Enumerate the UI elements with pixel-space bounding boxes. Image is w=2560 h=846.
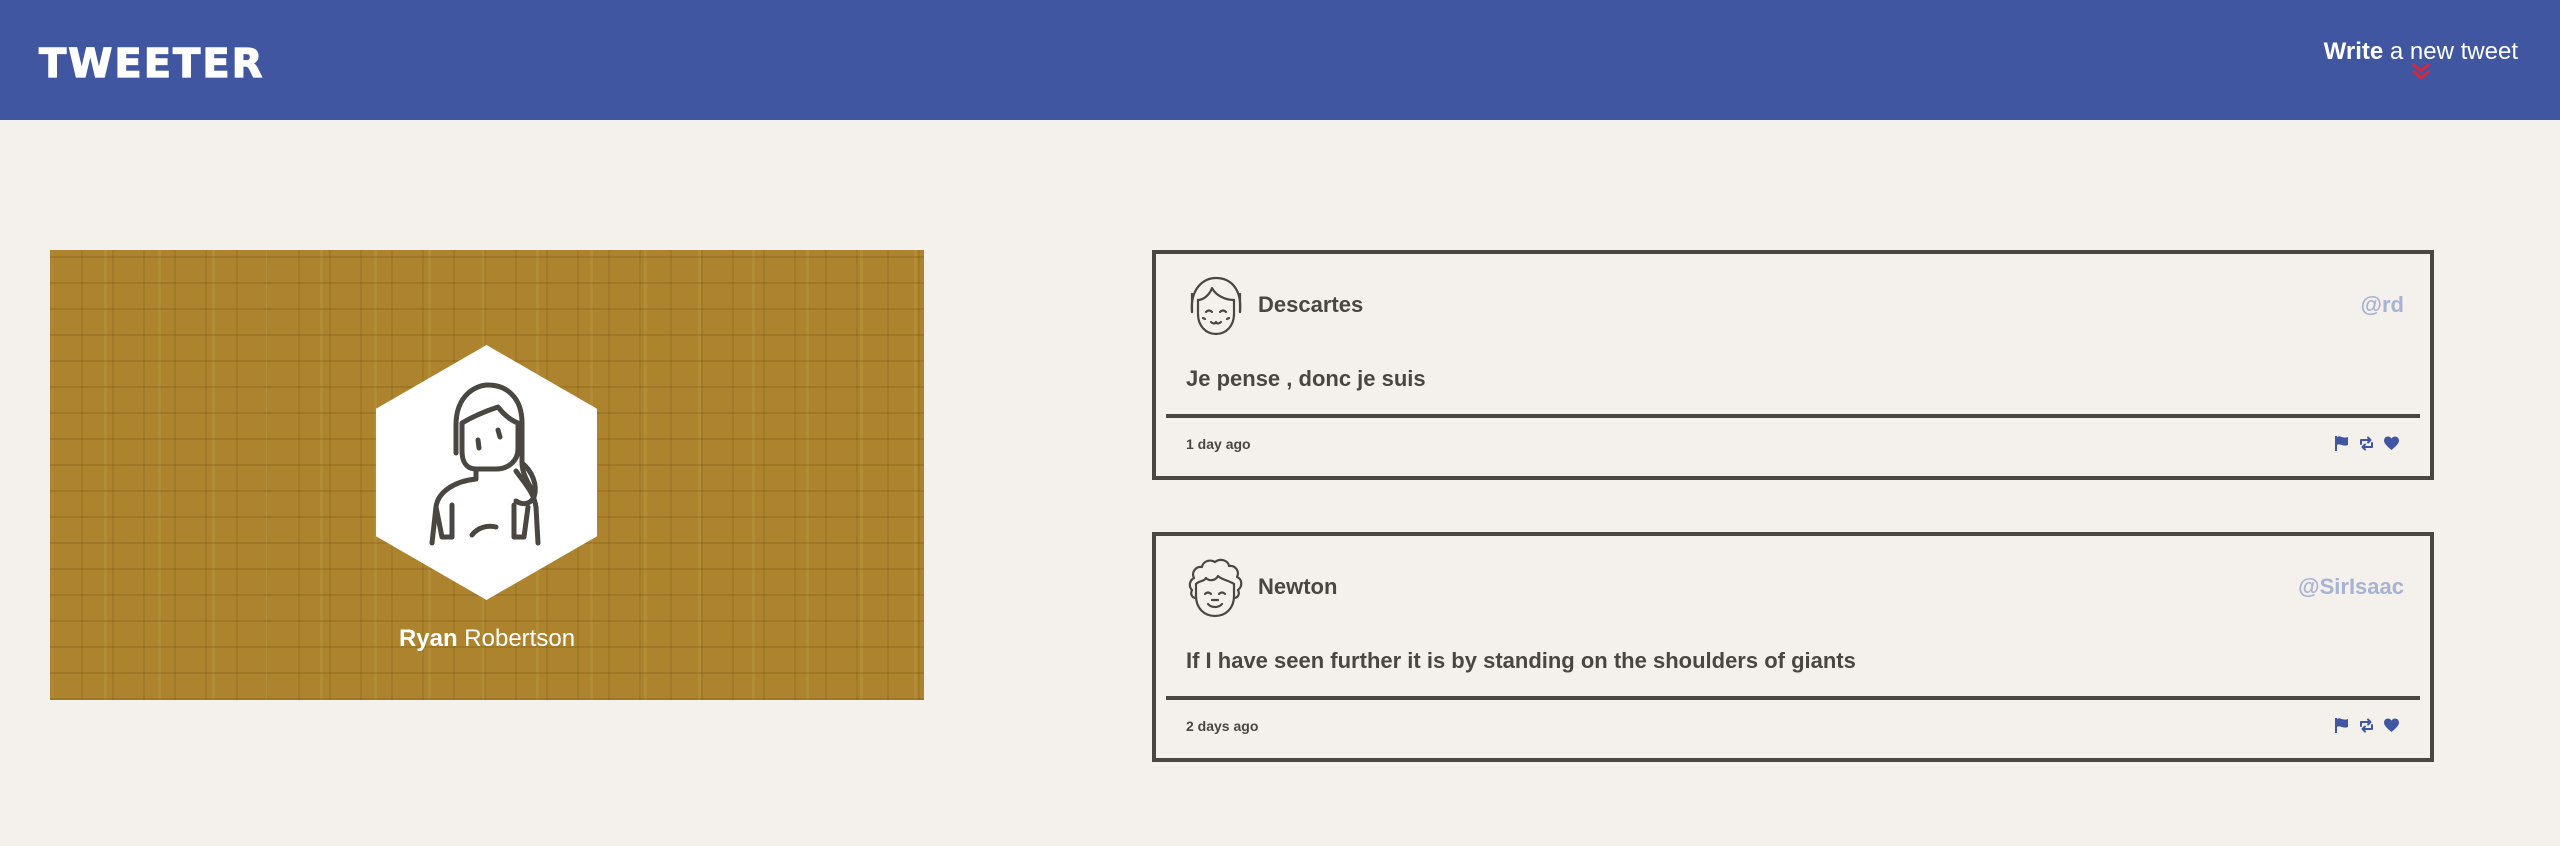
brand-logo[interactable]: TWEETER	[38, 40, 264, 88]
profile-first-name: Ryan	[398, 625, 458, 652]
retweet-icon[interactable]	[2358, 717, 2375, 734]
tweet-timestamp: 1 day ago	[1186, 436, 1251, 452]
tweet-author[interactable]: Descartes	[1258, 290, 1363, 320]
tweet-timestamp: 2 days ago	[1186, 718, 1259, 734]
woman-avatar-icon	[376, 345, 597, 600]
compose-tweet-label[interactable]: Write a new tweet	[2324, 36, 2518, 68]
profile-card: Ryan Robertson	[50, 250, 924, 700]
girl-avatar-icon	[1190, 276, 1242, 336]
compose-rest-text: a new tweet	[2383, 38, 2518, 65]
heart-icon[interactable]	[2383, 717, 2400, 734]
tweet-text: Je pense , donc je suis	[1186, 366, 1426, 391]
compose-tweet-button[interactable]: Write a new tweet	[2324, 36, 2518, 82]
heart-icon[interactable]	[2383, 435, 2400, 452]
tweet-text: If I have seen further it is by standing…	[1186, 648, 1856, 673]
curly-hair-avatar-icon	[1188, 558, 1243, 618]
retweet-icon[interactable]	[2358, 435, 2375, 452]
profile-name: Ryan Robertson	[50, 623, 924, 655]
navbar: TWEETER Write a new tweet	[0, 0, 2560, 120]
profile-last-name: Robertson	[457, 625, 576, 652]
tweet-handle[interactable]: @rd	[2361, 290, 2404, 320]
tweet-divider	[1166, 414, 2420, 418]
tweet-card: Newton @SirIsaac If I have seen further …	[1152, 532, 2434, 762]
tweet-author[interactable]: Newton	[1258, 572, 1337, 602]
tweet-card: Descartes @rd Je pense , donc je suis 1 …	[1152, 250, 2434, 480]
compose-bold-text: Write	[2323, 38, 2384, 65]
flag-icon[interactable]	[2333, 717, 2350, 734]
flag-icon[interactable]	[2333, 435, 2350, 452]
tweet-actions	[2333, 717, 2400, 734]
tweet-divider	[1166, 696, 2420, 700]
tweet-handle[interactable]: @SirIsaac	[2298, 572, 2404, 602]
tweet-actions	[2333, 435, 2400, 452]
